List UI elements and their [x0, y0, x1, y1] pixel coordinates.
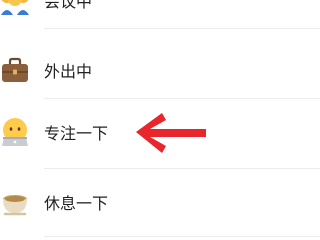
divider — [44, 28, 320, 29]
status-item-meeting[interactable]: 会议中 — [0, 0, 320, 28]
status-label: 专注一下 — [44, 124, 109, 143]
status-label: 外出中 — [44, 62, 93, 81]
meeting-people-icon — [1, 0, 29, 15]
status-label: 休息一下 — [44, 194, 109, 213]
tea-cup-icon — [3, 195, 27, 216]
briefcase-icon — [2, 57, 28, 82]
divider — [44, 168, 320, 169]
status-item-out[interactable]: 外出中 — [0, 42, 320, 98]
status-item-rest[interactable]: 休息一下 — [0, 174, 320, 230]
divider — [44, 98, 320, 99]
focus-face-laptop-icon — [2, 118, 28, 146]
red-arrow-icon — [136, 113, 206, 153]
status-label: 会议中 — [44, 0, 93, 11]
divider — [44, 236, 320, 237]
